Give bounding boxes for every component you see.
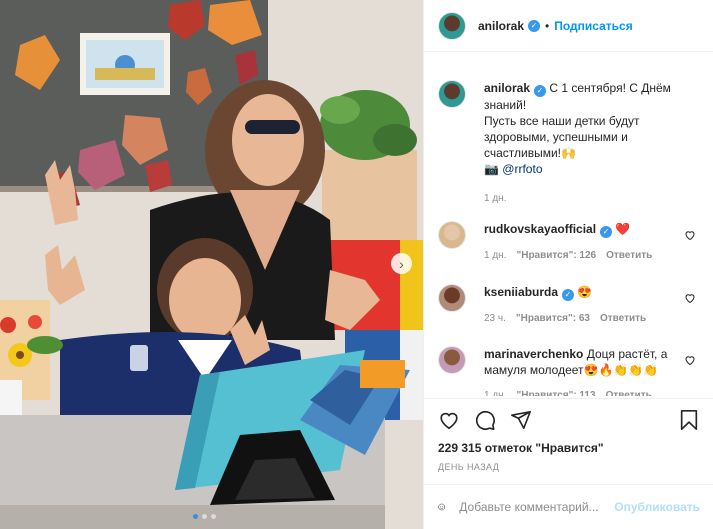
heart-icon[interactable] bbox=[438, 409, 460, 431]
comment-composer: Опубликовать bbox=[424, 484, 713, 529]
emoji-icon[interactable] bbox=[438, 496, 445, 518]
verified-icon: ✓ bbox=[600, 226, 613, 238]
comment-body: marinaverchenko Доця растёт, а мамуля мо… bbox=[484, 346, 694, 396]
caption-mention-link[interactable]: @rrfoto bbox=[502, 162, 542, 176]
bookmark-icon[interactable] bbox=[678, 409, 700, 431]
post-date[interactable]: ДЕНЬ НАЗАД bbox=[438, 462, 499, 472]
comment-like-heart-icon[interactable] bbox=[684, 292, 696, 304]
verified-icon: ✓ bbox=[528, 19, 541, 32]
comment-like-heart-icon[interactable] bbox=[684, 229, 696, 241]
caption-avatar[interactable] bbox=[438, 80, 466, 108]
comment-likes[interactable]: "Нравится": 113 bbox=[516, 388, 595, 396]
carousel-indicator bbox=[193, 514, 216, 519]
comment-like-heart-icon[interactable] bbox=[684, 354, 696, 366]
instagram-post-view: › anilorak ✓ • Подписаться anilorak✓ С bbox=[0, 0, 713, 529]
comment-time[interactable]: 23 ч. bbox=[484, 311, 506, 327]
caption-time[interactable]: 1 дн. bbox=[484, 191, 694, 207]
author-username[interactable]: anilorak bbox=[478, 19, 524, 33]
comment-text: ❤️ bbox=[615, 222, 631, 236]
comment-meta: 1 дн. "Нравится": 126 Ответить bbox=[484, 248, 694, 264]
reply-button[interactable]: Ответить bbox=[606, 248, 652, 264]
comment-avatar[interactable] bbox=[438, 346, 466, 374]
verified-icon: ✓ bbox=[534, 85, 547, 97]
carousel-dot bbox=[202, 514, 207, 519]
comments-section[interactable]: anilorak ✓ С 1 сентября! С Днём знаний! П… bbox=[424, 66, 713, 396]
comment-meta: 1 дн. "Нравится": 113 Ответить bbox=[484, 388, 694, 396]
comment-item: rudkovskayaofficial ✓ ❤️ 1 дн. "Нравится"… bbox=[438, 221, 704, 264]
comment-icon[interactable] bbox=[474, 409, 496, 431]
comment-meta: 23 ч. "Нравится": 63 Ответить bbox=[484, 311, 694, 327]
comment-avatar[interactable] bbox=[438, 221, 466, 249]
post-header: anilorak ✓ • Подписаться bbox=[424, 0, 713, 52]
comment-time[interactable]: 1 дн. bbox=[484, 388, 506, 396]
chevron-right-icon: › bbox=[399, 255, 404, 272]
publish-button[interactable]: Опубликовать bbox=[614, 500, 700, 514]
comment-body: rudkovskayaofficial ✓ ❤️ 1 дн. "Нравится"… bbox=[484, 221, 694, 264]
comment-body: kseniiaburda ✓ 😍 23 ч. "Нравится": 63 Отв… bbox=[484, 284, 694, 327]
comment-item: kseniiaburda ✓ 😍 23 ч. "Нравится": 63 Отв… bbox=[438, 284, 704, 327]
comment-likes[interactable]: "Нравится": 126 bbox=[516, 248, 596, 264]
comment-input[interactable] bbox=[459, 500, 615, 514]
comment-username[interactable]: marinaverchenko bbox=[484, 347, 583, 361]
reply-button[interactable]: Ответить bbox=[600, 311, 646, 327]
separator-dot: • bbox=[545, 18, 550, 33]
follow-button[interactable]: Подписаться bbox=[554, 19, 632, 33]
caption-username[interactable]: anilorak bbox=[484, 81, 530, 95]
author-avatar[interactable] bbox=[438, 11, 466, 40]
post-side-panel: anilorak ✓ • Подписаться anilorak ✓ С 1 с… bbox=[423, 0, 713, 529]
carousel-dot bbox=[211, 514, 216, 519]
comment-time[interactable]: 1 дн. bbox=[484, 248, 506, 264]
share-icon[interactable] bbox=[510, 409, 532, 431]
comment-item: marinaverchenko Доця растёт, а мамуля мо… bbox=[438, 346, 704, 396]
comment-text: 😍 bbox=[577, 285, 593, 299]
caption-body: anilorak ✓ С 1 сентября! С Днём знаний! П… bbox=[484, 80, 694, 207]
photo-illustration bbox=[0, 0, 423, 529]
reply-button[interactable]: Ответить bbox=[606, 388, 652, 396]
comment-likes[interactable]: "Нравится": 63 bbox=[516, 311, 590, 327]
likes-count[interactable]: 229 315 отметок "Нравится" bbox=[438, 441, 604, 455]
next-photo-button[interactable]: › bbox=[391, 253, 412, 274]
post-photo[interactable]: › bbox=[0, 0, 423, 529]
verified-icon: ✓ bbox=[562, 289, 575, 301]
comment-avatar[interactable] bbox=[438, 284, 466, 312]
camera-icon: 📷 bbox=[484, 162, 499, 176]
comment-username[interactable]: kseniiaburda bbox=[484, 285, 558, 299]
post-caption: anilorak ✓ С 1 сентября! С Днём знаний! П… bbox=[424, 80, 713, 207]
carousel-dot bbox=[193, 514, 198, 519]
comment-username[interactable]: rudkovskayaofficial bbox=[484, 222, 596, 236]
